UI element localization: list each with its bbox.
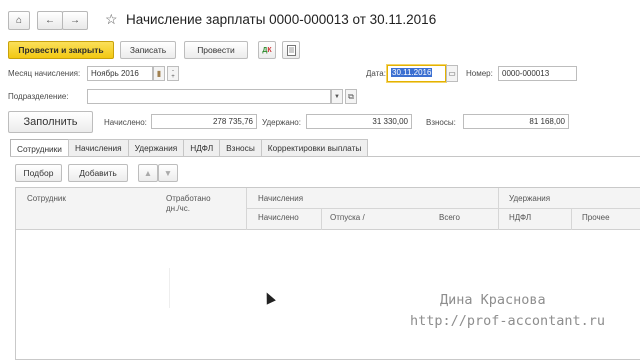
tab-accruals[interactable]: Начисления xyxy=(67,139,129,156)
calendar-icon: ▮ xyxy=(156,69,162,78)
tab-employees[interactable]: Сотрудники xyxy=(10,139,69,157)
month-picker-button[interactable]: ▮ xyxy=(153,66,165,81)
col-ndfl[interactable]: НДФЛ xyxy=(509,213,531,222)
accrued-field: 278 735,76 xyxy=(151,114,257,129)
col-worked[interactable]: Отработано xyxy=(166,194,211,203)
arrow-down-icon: ▼ xyxy=(163,168,173,178)
tab-payment-corrections[interactable]: Корректировки выплаты xyxy=(260,139,369,156)
dt-kt-icon: ДК xyxy=(262,46,272,54)
tab-bar: Сотрудники Начисления Удержания НДФЛ Взн… xyxy=(10,139,369,157)
empty-row-marker xyxy=(169,268,170,308)
move-up-button[interactable]: ▲ xyxy=(138,164,158,182)
post-button[interactable]: Провести xyxy=(184,41,248,59)
division-label: Подразделение: xyxy=(8,92,69,101)
col-other[interactable]: Прочее xyxy=(582,213,610,222)
home-icon: ⌂ xyxy=(15,15,23,26)
contributions-field: 81 168,00 xyxy=(463,114,569,129)
star-icon[interactable]: ☆ xyxy=(105,11,118,28)
pick-button[interactable]: Подбор xyxy=(15,164,62,182)
arrow-right-icon: → xyxy=(70,15,80,26)
document-icon xyxy=(286,44,296,56)
open-icon: ⧉ xyxy=(348,91,354,101)
col-divider xyxy=(498,188,499,230)
header-divider xyxy=(246,208,640,209)
date-label: Дата: xyxy=(366,69,386,78)
back-button[interactable]: ← xyxy=(37,11,63,30)
col-total[interactable]: Всего xyxy=(439,213,460,222)
col-vacation[interactable]: Отпуска / xyxy=(330,213,365,222)
col-divider xyxy=(246,188,247,230)
employees-table[interactable]: Сотрудник Отработано дн./чс. Начисления … xyxy=(15,187,640,360)
division-dropdown-button[interactable]: ▼ xyxy=(331,89,343,104)
dt-kt-button[interactable]: ДК xyxy=(258,41,276,59)
tab-ndfl[interactable]: НДФЛ xyxy=(183,139,221,156)
division-open-button[interactable]: ⧉ xyxy=(345,89,357,104)
calendar-icon: ▭ xyxy=(448,69,456,78)
withheld-label: Удержано: xyxy=(262,118,301,127)
table-header: Сотрудник Отработано дн./чс. Начисления … xyxy=(16,188,640,230)
date-picker-button[interactable]: ▭ xyxy=(446,65,458,82)
fill-button[interactable]: Заполнить xyxy=(8,111,93,133)
watermark-author: Дина Краснова xyxy=(440,292,546,308)
col-divider xyxy=(321,208,322,230)
post-and-close-button[interactable]: Провести и закрыть xyxy=(8,41,114,59)
accrued-label: Начислено: xyxy=(104,118,147,127)
page-title: Начисление зарплаты 0000-000013 от 30.11… xyxy=(126,12,437,27)
add-button[interactable]: Добавить xyxy=(68,164,128,182)
chevron-down-icon: + xyxy=(171,73,175,80)
number-field[interactable]: 0000-000013 xyxy=(498,66,577,81)
forward-button[interactable]: → xyxy=(62,11,88,30)
month-label: Месяц начисления: xyxy=(8,69,81,78)
withheld-field: 31 330,00 xyxy=(306,114,412,129)
arrow-left-icon: ← xyxy=(45,15,55,26)
date-value: 30.11.2016 xyxy=(391,68,433,77)
col-worked-units: дн./чс. xyxy=(166,204,190,213)
month-field[interactable]: Ноябрь 2016 xyxy=(87,66,153,81)
arrow-up-icon: ▲ xyxy=(143,168,153,178)
month-stepper[interactable]: - + xyxy=(167,66,179,81)
watermark-url: http://prof-accontant.ru xyxy=(410,313,606,329)
group-withholdings: Удержания xyxy=(509,194,551,203)
division-field[interactable] xyxy=(87,89,331,104)
report-button[interactable] xyxy=(282,41,300,59)
col-employee[interactable]: Сотрудник xyxy=(27,194,66,203)
tab-contributions[interactable]: Взносы xyxy=(219,139,262,156)
group-accruals: Начисления xyxy=(258,194,304,203)
tab-divider xyxy=(10,156,640,157)
contributions-label: Взносы: xyxy=(426,118,456,127)
number-label: Номер: xyxy=(466,69,493,78)
col-divider xyxy=(571,208,572,230)
chevron-down-icon: ▼ xyxy=(334,93,340,100)
tab-withholdings[interactable]: Удержания xyxy=(127,139,185,156)
move-down-button[interactable]: ▼ xyxy=(158,164,178,182)
col-accrued[interactable]: Начислено xyxy=(258,213,299,222)
save-button[interactable]: Записать xyxy=(120,41,176,59)
home-button[interactable]: ⌂ xyxy=(8,11,30,30)
date-field[interactable]: 30.11.2016 xyxy=(387,65,446,82)
